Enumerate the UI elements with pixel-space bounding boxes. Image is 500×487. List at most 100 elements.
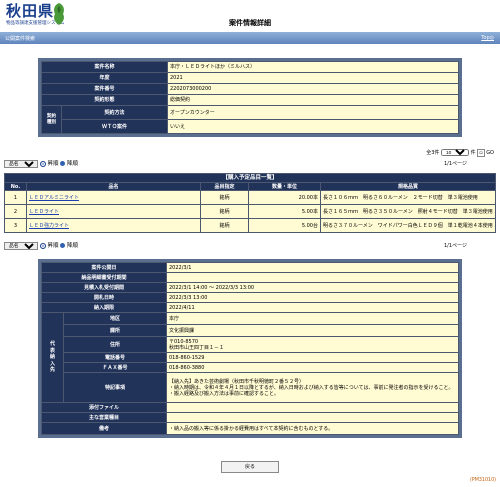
- page-title: 案件情報詳細: [229, 19, 271, 27]
- street-address: 秋田市山王四丁目１－１: [169, 344, 225, 351]
- row-no: 3: [4, 218, 27, 233]
- delivery-site-label: 代表納入先: [41, 312, 64, 403]
- notes-line-3: ・搬入経路及び搬入方法は事前に確認すること。: [169, 390, 280, 397]
- sort-controls-bottom: 品名 昇順 降順: [4, 241, 78, 250]
- fiscal-year-label: 年度: [41, 72, 168, 84]
- row-designation: 銘柄: [200, 218, 249, 233]
- statement-period-value: [166, 272, 459, 283]
- page-info-top: 1/1ページ: [444, 161, 467, 167]
- items-table-title: 【購入予定品目一覧】: [4, 173, 496, 183]
- per-page-suffix: 件: [470, 150, 476, 156]
- detail-panel: 案件公開日 2022/3/1 納品明細書受付期間 見積入札受付期間 2022/3/1…: [38, 259, 462, 438]
- desc-label-bottom: 降順: [67, 243, 79, 249]
- notes-label: 特記事項: [63, 372, 167, 403]
- purchase-items-table: 【購入予定品目一覧】 No. 品名 品目指定 数量・単位 規格品質 1 ＬＥＤア…: [4, 173, 496, 233]
- page-info-bottom: 1/1ページ: [444, 243, 467, 249]
- top-link[interactable]: Top◎: [481, 35, 494, 41]
- fax-label: ＦＡＸ番号: [63, 362, 167, 373]
- opening-date-label: 開札日時: [41, 292, 167, 303]
- department-label: 課所: [63, 324, 167, 337]
- total-count: 全3件: [426, 150, 440, 156]
- remarks-label: 備考: [41, 422, 167, 435]
- remarks-value: ・納入品の搬入等に係る掛かる経費用はすべて本契約に含むものとする。: [166, 422, 459, 435]
- row-designation: 銘柄: [200, 190, 249, 205]
- delivery-deadline-value: 2022/4/11: [166, 302, 459, 313]
- item-name-link[interactable]: ＬＥＤ強力ライト: [29, 223, 69, 229]
- asc-radio-bottom[interactable]: [39, 242, 46, 249]
- statement-period-label: 納品明細書受付期間: [41, 272, 167, 283]
- publish-date-label: 案件公開日: [41, 262, 167, 273]
- item-name-link[interactable]: ＬＥＤライト: [29, 209, 59, 215]
- detail-table: 案件公開日 2022/3/1 納品明細書受付期間 見積入札受付期間 2022/3/1…: [41, 262, 459, 435]
- wto-label: ＷＴＯ案件: [61, 119, 168, 134]
- contract-method-label: 契約方法: [61, 105, 168, 120]
- row-spec: 長さ１６５ｍｍ 明るさ３５０ルーメン 照射４モード切替 単３電池使用: [320, 204, 496, 219]
- attachment-label: 添付ファイル: [41, 402, 167, 413]
- sort-select[interactable]: 品名: [4, 160, 38, 168]
- address-value: 〒010-8570 秋田市山王四丁目１－１: [166, 336, 459, 353]
- row-quantity: 5.00台: [248, 218, 321, 233]
- desc-radio-bottom[interactable]: [60, 243, 66, 248]
- table-row: 1 ＬＥＤアルミニライト 銘柄 20.00本 長さ１０６ｍｍ 明るさ６０ルーメン…: [4, 190, 496, 205]
- table-row: 3 ＬＥＤ強力ライト 銘柄 5.00台 明るさ３７０ルーメン ワイドパワー白色Ｌ…: [4, 218, 496, 233]
- paging-controls-top: 全3件 10 件 ▫ GO: [426, 149, 494, 157]
- breadcrumb-public-search[interactable]: 公開案件検索: [5, 35, 35, 42]
- go-button[interactable]: ▫: [477, 149, 485, 157]
- contract-type-label: 契約種別: [41, 105, 62, 134]
- case-number-value: 2202073000200: [167, 83, 459, 95]
- asc-radio[interactable]: [39, 160, 46, 167]
- business-type-label: 主な営業種目: [41, 412, 167, 423]
- business-type-value: [166, 412, 459, 423]
- delivery-deadline-label: 納入期限: [41, 302, 167, 313]
- col-no: No.: [4, 182, 27, 191]
- asc-label: 昇順: [47, 161, 59, 167]
- opening-date-value: 2022/3/3 13:00: [166, 292, 459, 303]
- sort-controls-top: 品名 昇順 降順: [4, 159, 78, 168]
- col-designation: 品目指定: [200, 182, 249, 191]
- desc-label: 降順: [67, 161, 79, 167]
- row-designation: 銘柄: [200, 204, 249, 219]
- district-label: 地区: [63, 312, 167, 325]
- go-label: GO: [486, 150, 494, 156]
- department-value: 文化振興課: [166, 324, 459, 337]
- row-no: 2: [4, 204, 27, 219]
- row-quantity: 5.00本: [248, 204, 321, 219]
- case-info-table: 案件名称 本庁・ＬＥＤライトほか（ミルハス） 年度 2021 案件番号 2202073…: [41, 61, 459, 134]
- col-spec: 規格品質: [320, 182, 496, 191]
- contract-form-label: 契約形態: [41, 94, 168, 106]
- publish-date-value: 2022/3/1: [166, 262, 459, 273]
- case-name-value: 本庁・ＬＥＤライトほか（ミルハス）: [167, 61, 459, 73]
- row-no: 1: [4, 190, 27, 205]
- row-spec: 長さ１０６ｍｍ 明るさ６０ルーメン ２モード切替 単３電池使用: [320, 190, 496, 205]
- item-name-link[interactable]: ＬＥＤアルミニライト: [29, 195, 79, 201]
- asc-label-bottom: 昇順: [47, 243, 59, 249]
- desc-radio[interactable]: [60, 161, 66, 166]
- fiscal-year-value: 2021: [167, 72, 459, 84]
- per-page-select[interactable]: 10: [441, 149, 469, 156]
- contract-form-value: 総価契約: [167, 94, 459, 106]
- sort-select-bottom[interactable]: 品名: [4, 242, 38, 250]
- nav-bar: 公開案件検索 Top◎: [0, 32, 500, 44]
- phone-value: 018-860-1529: [166, 352, 459, 363]
- col-item-name: 品名: [26, 182, 201, 191]
- district-value: 本庁: [166, 312, 459, 325]
- fax-value: 018-860-3880: [166, 362, 459, 373]
- case-number-label: 案件番号: [41, 83, 168, 95]
- screen-code: (PM31010): [469, 478, 496, 483]
- phone-label: 電話番号: [63, 352, 167, 363]
- table-row: 2 ＬＥＤライト 銘柄 5.00本 長さ１６５ｍｍ 明るさ３５０ルーメン 照射４…: [4, 204, 496, 219]
- row-spec: 明るさ３７０ルーメン ワイドパワー白色ＬＥＤ９個 単１乾電池４本使用: [320, 218, 496, 233]
- notes-value: 【納入先】あきた芸術劇場（秋田市千秋明徳町２番５２号） ・納入時期は、令和４年４月…: [166, 372, 459, 403]
- address-label: 住所: [63, 336, 167, 353]
- contract-method-value: オープンカウンター: [167, 105, 459, 120]
- row-quantity: 20.00本: [248, 190, 321, 205]
- bid-period-value: 2022/3/1 14:00 ～ 2022/3/3 13:00: [166, 282, 459, 293]
- bid-period-label: 見積入札受付期間: [41, 282, 167, 293]
- wto-value: いいえ: [167, 119, 459, 134]
- attachment-value: [166, 402, 459, 413]
- case-info-panel: 案件名称 本庁・ＬＥＤライトほか（ミルハス） 年度 2021 案件番号 2202073…: [38, 58, 462, 137]
- notes-line-2: ・納入時期は、令和４年４月１日以降とするが、納入日時および納入する皆等については…: [169, 384, 454, 391]
- back-button[interactable]: 戻る: [221, 461, 279, 473]
- col-quantity: 数量・単位: [248, 182, 321, 191]
- case-name-label: 案件名称: [41, 61, 168, 73]
